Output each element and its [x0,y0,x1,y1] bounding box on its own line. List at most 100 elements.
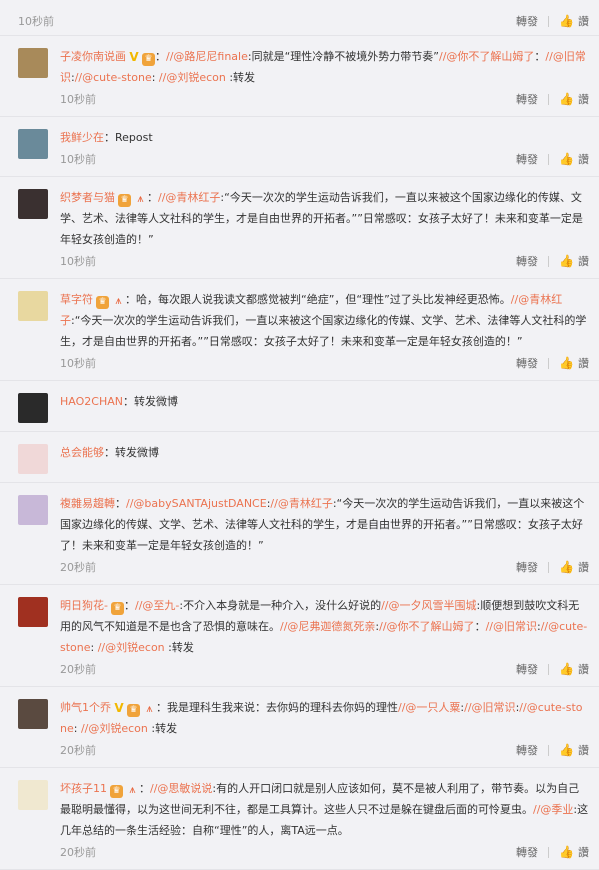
mention-link[interactable]: //@至九- [135,599,179,612]
mention-link[interactable]: //@刘锐econ [159,71,226,84]
mention-link[interactable]: //@你不了解山姆了 [439,50,534,63]
comment-actions: 轉發 👍 讚 [516,13,589,29]
mention-link[interactable]: //@babySANTAjustDANCE [126,497,267,510]
avatar[interactable] [18,189,48,219]
mention-link[interactable]: //@一夕风雪半围城 [381,599,476,612]
verified-icon: V [129,50,139,64]
comment-item: 总会能够：转发微博 [0,432,599,483]
divider [548,561,550,573]
username-link[interactable]: 总会能够 [60,446,104,459]
avatar[interactable] [18,699,48,729]
username-link[interactable]: 草字符 [60,293,93,306]
comment-text: 明日狗花- ♛ ：//@至九-:不介入本身就是一种介入，没什么好说的//@一夕风雪半… [60,595,589,658]
divider [548,663,550,675]
comment-meta: 10秒前 轉發 👍 讚 [60,90,589,108]
comment-text-segment: ： [139,782,150,795]
avatar[interactable] [18,291,48,321]
like-button[interactable]: 👍 讚 [559,253,589,269]
repost-button[interactable]: 轉發 [516,151,538,167]
like-button[interactable]: 👍 讚 [559,151,589,167]
mention-link[interactable]: //@青林红子 [270,497,332,510]
like-button[interactable]: 👍 讚 [559,742,589,758]
like-button[interactable]: 👍 讚 [559,91,589,107]
mention-link[interactable]: //@旧常识 [486,620,537,633]
repost-button[interactable]: 轉發 [516,742,538,758]
thumbs-up-icon: 👍 [559,92,574,106]
username-link[interactable]: 複雜易趨轉 [60,497,115,510]
avatar[interactable] [18,48,48,78]
mention-link[interactable]: //@思敏说说 [150,782,212,795]
comment-text-segment: ： [147,191,158,204]
divider [548,846,550,858]
comment-list: 10秒前 轉發 👍 讚 子凌你南说画 V ♛ ：//@路尼尼finale:同就是“理性冷… [0,0,599,870]
comment-item: HAO2CHAN：转发微博 [0,381,599,432]
comment-meta: 20秒前 轉發 👍 讚 [60,843,589,861]
crown-icon: ♛ [110,602,124,615]
comment-text-segment: : [151,71,159,84]
mention-link[interactable]: //@季业 [533,803,573,816]
comment-text-segment: ： [474,620,486,633]
mention-link[interactable]: //@青林红子 [158,191,220,204]
username-link[interactable]: HAO2CHAN [60,395,123,408]
repost-button[interactable]: 轉發 [516,253,538,269]
comment-meta: 20秒前 轉發 👍 讚 [60,741,589,759]
comment-text-segment: ： [534,50,546,63]
thumbs-up-icon: 👍 [559,356,574,370]
comment-text-segment: :同就是“理性冷静不被境外势力带节奏” [247,50,439,63]
avatar[interactable] [18,780,48,810]
repost-button[interactable]: 轉發 [516,13,538,29]
repost-button[interactable]: 轉發 [516,661,538,677]
comment-time: 10秒前 [60,357,96,370]
username-link[interactable]: 我鲜少在 [60,131,104,144]
repost-button[interactable]: 轉發 [516,559,538,575]
comment-actions: 轉發 👍 讚 [516,253,589,269]
mention-link[interactable]: //@一只人粟 [398,701,460,714]
comment-actions: 轉發 👍 讚 [516,91,589,107]
comment-time: 10秒前 [60,93,96,106]
mention-link[interactable]: //@刘锐econ [98,641,165,654]
thumbs-up-icon: 👍 [559,560,574,574]
username-link[interactable]: 帅气1个乔 [60,701,111,714]
comment-meta: 10秒前 轉發 👍 讚 [60,252,589,270]
comment-time: 10秒前 [60,255,96,268]
username-link[interactable]: 子凌你南说画 [60,50,126,63]
username-link[interactable]: 坏孩子11 [60,782,107,795]
comment-actions: 轉發 👍 讚 [516,355,589,371]
like-button[interactable]: 👍 讚 [559,661,589,677]
comment-actions: 轉發 👍 讚 [516,742,589,758]
partial-comment-top: 10秒前 轉發 👍 讚 [0,0,599,36]
mention-link[interactable]: //@旧常识 [464,701,515,714]
mention-link[interactable]: //@cute-stone [75,71,152,84]
crown-icon: ♛ [142,53,155,66]
repost-button[interactable]: 轉發 [516,91,538,107]
divider [548,153,550,165]
comment-meta: 20秒前 轉發 👍 讚 [60,660,589,678]
comment-meta: 10秒前 轉發 👍 讚 [60,354,589,372]
repost-button[interactable]: 轉發 [516,844,538,860]
pray-icon: ⩚ [115,294,122,307]
mention-link[interactable]: //@你不了解山姆了 [379,620,474,633]
avatar[interactable] [18,393,48,423]
crown-icon: ♛ [118,194,131,207]
comment-text-segment: :转发 [225,71,256,84]
like-button[interactable]: 👍 讚 [559,844,589,860]
comment-item: 我鲜少在：Repost 10秒前 轉發 👍 讚 [0,117,599,177]
avatar[interactable] [18,444,48,474]
crown-icon: ♛ [96,296,109,309]
repost-button[interactable]: 轉發 [516,355,538,371]
username-link[interactable]: 织梦者与猫 [60,191,115,204]
comment-text-segment: :“今天一次次的学生运动告诉我们，一直以来被这个国家边缘化的传媒、文学、艺术、法… [60,314,587,348]
like-button[interactable]: 👍 讚 [559,559,589,575]
mention-link[interactable]: //@路尼尼finale [166,50,248,63]
comment-item: 帅气1个乔 V ♛ ⩚ ：我是理科生我来说：去你妈的理科去你妈的理性//@一只人粟://… [0,687,599,768]
mention-link[interactable]: //@刘锐econ [81,722,148,735]
avatar[interactable] [18,597,48,627]
username-link[interactable]: 明日狗花- [60,599,108,612]
avatar[interactable] [18,129,48,159]
comment-item: 明日狗花- ♛ ：//@至九-:不介入本身就是一种介入，没什么好说的//@一夕风雪半… [0,585,599,687]
like-button[interactable]: 👍 讚 [559,355,589,371]
divider [548,744,550,756]
avatar[interactable] [18,495,48,525]
mention-link[interactable]: //@尼弗迦德氮死亲 [280,620,375,633]
like-button[interactable]: 👍 讚 [559,13,589,29]
